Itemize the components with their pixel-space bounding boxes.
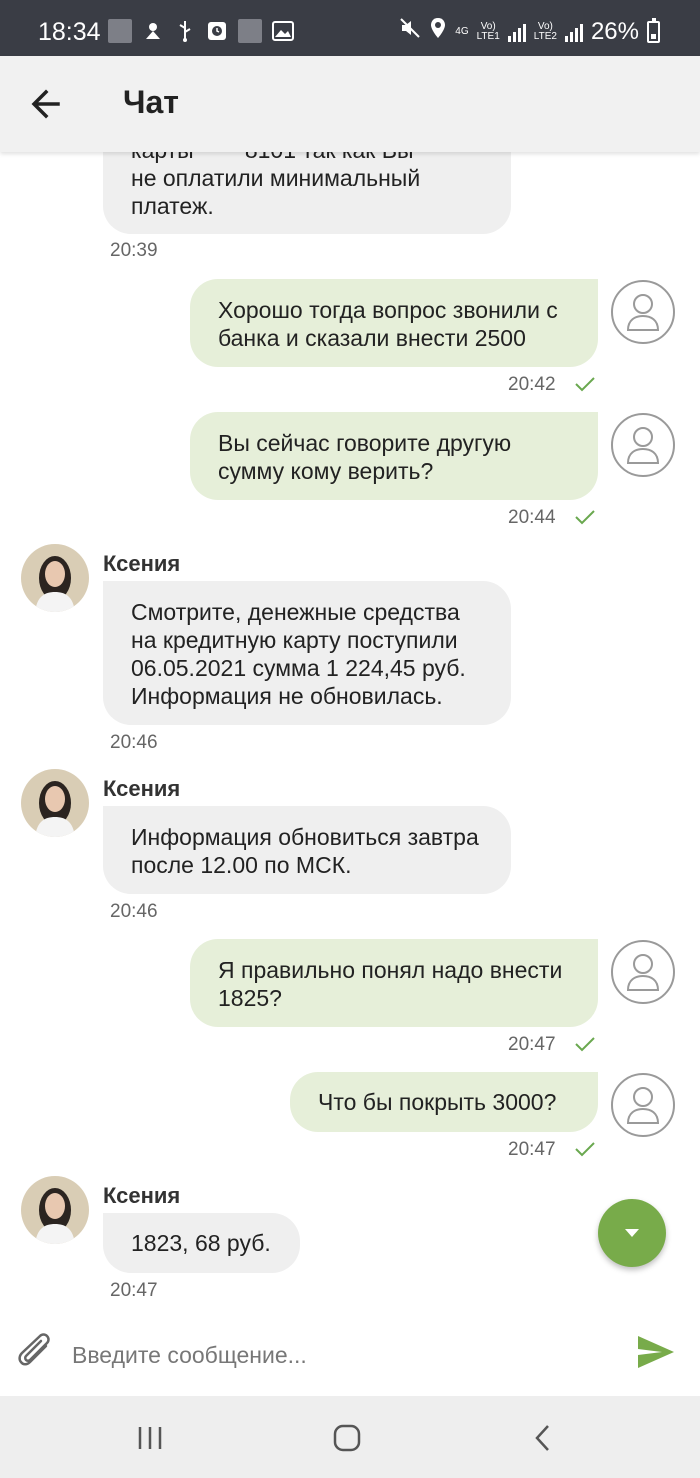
send-icon[interactable] xyxy=(636,1334,676,1370)
sim2-label: LTE2 xyxy=(533,30,557,42)
signal-icon-2 xyxy=(564,22,583,42)
message-text-line: платеж. xyxy=(131,193,214,219)
volte-label-2: Vo) xyxy=(537,20,553,32)
check-icon xyxy=(575,1037,595,1052)
check-icon xyxy=(575,1142,595,1157)
message-text: Я правильно понял надо внести 1825? xyxy=(218,957,563,1011)
message-time: 20:46 xyxy=(110,901,158,922)
notification-icons xyxy=(108,19,294,43)
message-time: 20:47 xyxy=(508,1139,556,1160)
nav-back-icon[interactable] xyxy=(523,1418,563,1458)
sender-name: Ксения xyxy=(103,1183,181,1208)
message-bubble-outgoing[interactable]: Я правильно понял надо внести 1825? xyxy=(190,939,598,1027)
status-time: 18:34 xyxy=(38,18,101,46)
message-bubble-outgoing[interactable]: Вы сейчас говорите другую сумму кому вер… xyxy=(190,412,598,500)
message-text: Хорошо тогда вопрос звонили с банка и ск… xyxy=(218,297,558,351)
message-text: Смотрите, денежные средства на кредитную… xyxy=(131,599,466,709)
app-notification-icon xyxy=(108,19,132,43)
scroll-down-button[interactable] xyxy=(598,1199,666,1267)
message-bubble-incoming[interactable]: Информация обновиться завтра после 12.00… xyxy=(103,806,511,894)
sim1-label: LTE1 xyxy=(476,30,500,42)
sender-name: Ксения xyxy=(103,776,181,801)
user-placeholder-icon xyxy=(611,940,675,1004)
user-placeholder-icon xyxy=(611,1073,675,1137)
battery-icon xyxy=(647,17,660,43)
message-time: 20:47 xyxy=(110,1280,158,1301)
page-title: Чат xyxy=(123,84,179,120)
message-time: 20:44 xyxy=(508,507,556,528)
chat-messages[interactable]: карты 8101 так как Вы не оплатили минима… xyxy=(0,152,700,1312)
assistant-notification-icon xyxy=(142,20,164,42)
message-bubble-incoming[interactable]: карты 8101 так как Вы не оплатили минима… xyxy=(103,152,511,234)
message-input[interactable] xyxy=(70,1334,614,1376)
volte-label-1: Vo) xyxy=(480,20,496,32)
user-placeholder-icon xyxy=(611,413,675,477)
battery-percent: 26% xyxy=(590,17,639,45)
message-bubble-incoming[interactable]: Смотрите, денежные средства на кредитную… xyxy=(103,581,511,725)
avatar[interactable] xyxy=(21,1176,89,1244)
check-icon xyxy=(575,510,595,525)
status-bar: 18:34 4G Vo) LTE1 Vo) LTE2 26% xyxy=(0,0,700,56)
message-bubble-incoming[interactable]: 1823, 68 руб. xyxy=(103,1213,300,1273)
system-navigation-bar xyxy=(0,1396,700,1478)
message-composer xyxy=(0,1312,700,1396)
message-text-line: карты 8101 так как Вы xyxy=(131,152,483,164)
message-text: Вы сейчас говорите другую сумму кому вер… xyxy=(218,430,512,484)
message-text: Информация обновиться завтра после 12.00… xyxy=(131,824,479,878)
home-icon[interactable] xyxy=(327,1418,367,1458)
location-icon xyxy=(429,17,447,46)
message-text-line: не оплатили минимальный xyxy=(131,165,421,191)
message-time: 20:46 xyxy=(110,732,158,753)
recent-apps-icon[interactable] xyxy=(130,1418,170,1458)
signal-icon-1 xyxy=(507,22,526,42)
scroll-down-icon xyxy=(625,1229,639,1237)
usb-icon xyxy=(174,20,196,42)
user-placeholder-icon xyxy=(611,280,675,344)
mute-icon xyxy=(399,17,421,46)
message-bubble-outgoing[interactable]: Что бы покрыть 3000? xyxy=(290,1072,598,1132)
message-time: 20:42 xyxy=(508,374,556,395)
app-bar: Чат xyxy=(0,56,700,152)
gallery-icon xyxy=(272,20,294,42)
message-time: 20:47 xyxy=(508,1034,556,1055)
avatar[interactable] xyxy=(21,544,89,612)
paperclip-icon[interactable] xyxy=(16,1332,56,1376)
avatar[interactable] xyxy=(21,769,89,837)
net-4g-label: 4G xyxy=(455,25,469,37)
message-bubble-outgoing[interactable]: Хорошо тогда вопрос звонили с банка и ск… xyxy=(190,279,598,367)
message-text: Что бы покрыть 3000? xyxy=(318,1089,557,1115)
system-status-icons: 4G Vo) LTE1 Vo) LTE2 26% xyxy=(399,17,660,46)
sender-name: Ксения xyxy=(103,551,181,576)
app-notification-icon-2 xyxy=(238,19,262,43)
check-icon xyxy=(575,377,595,392)
message-text: 1823, 68 руб. xyxy=(131,1230,271,1256)
back-arrow-icon[interactable] xyxy=(28,86,68,122)
message-time: 20:39 xyxy=(110,240,158,261)
clock-app-icon xyxy=(206,20,228,42)
